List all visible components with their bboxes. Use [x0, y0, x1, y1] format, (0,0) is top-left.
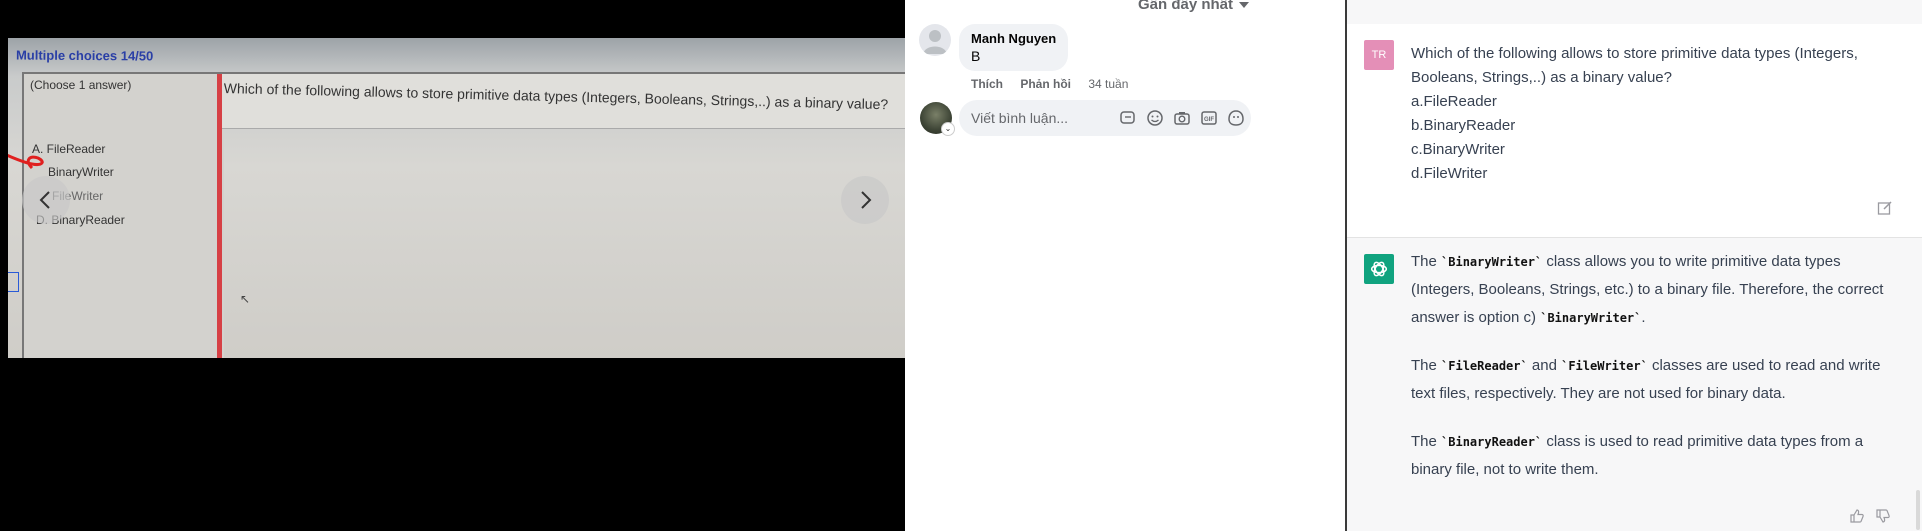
code-span: `BinaryReader` [1441, 435, 1543, 449]
text-span: . [1641, 309, 1646, 326]
chat-top-divider [1347, 0, 1922, 25]
comment-time[interactable]: 34 tuần [1088, 77, 1128, 91]
code-span: `FileWriter` [1561, 359, 1648, 373]
reply-link[interactable]: Phản hồi [1020, 77, 1071, 91]
user-option: b.BinaryReader [1411, 117, 1516, 134]
avatar-sticker-icon[interactable] [1227, 109, 1245, 127]
comment-input[interactable]: Viết bình luận... GIF [959, 100, 1251, 136]
sticker-icon[interactable] [1119, 109, 1137, 127]
code-span: `BinaryWriter` [1441, 255, 1543, 269]
red-divider [217, 74, 222, 358]
emoji-icon[interactable] [1146, 109, 1164, 127]
user-option: c.BinaryWriter [1411, 141, 1505, 158]
quiz-title: Multiple choices 14/50 [15, 47, 154, 64]
comment-actions: Thích Phản hồi 34 tuần [971, 77, 1142, 91]
assistant-paragraph: The `BinaryReader` class is used to read… [1411, 428, 1901, 484]
like-link[interactable]: Thích [971, 77, 1003, 91]
user-message: TR Which of the following allows to stor… [1347, 24, 1922, 238]
photo-viewer: Multiple choices 14/50 Which of the foll… [0, 0, 905, 531]
user-question: Which of the following allows to store p… [1411, 45, 1858, 86]
chevron-left-icon [39, 191, 50, 209]
comment-bubble: Manh Nguyen B [959, 24, 1069, 71]
comment-text: B [971, 48, 981, 64]
chat-panel: TR Which of the following allows to stor… [1345, 0, 1922, 531]
user-option: a.FileReader [1411, 93, 1497, 110]
comments-panel: Gần đây nhất Manh Nguyen B Thích Phản hồ… [905, 0, 1266, 531]
assistant-message-text: The `BinaryWriter` class allows you to w… [1411, 248, 1901, 504]
chevron-right-icon [861, 191, 872, 209]
text-span: The [1411, 433, 1442, 450]
red-pen-mark [8, 154, 44, 170]
assistant-paragraph: The `FileReader` and `FileWriter` classe… [1411, 352, 1901, 408]
code-span: `FileReader` [1441, 359, 1528, 373]
choose-label: (Choose 1 answer) [30, 78, 132, 92]
assistant-message: The `BinaryWriter` class allows you to w… [1347, 238, 1922, 531]
user-option: d.FileWriter [1411, 165, 1488, 182]
text-span: The [1411, 357, 1442, 374]
avatar[interactable] [919, 24, 951, 56]
user-avatar: TR [1364, 40, 1394, 70]
svg-text:GIF: GIF [1204, 117, 1214, 123]
caret-down-icon [1239, 2, 1250, 9]
comment-sort-dropdown[interactable]: Gần đây nhất [1138, 0, 1250, 13]
mouse-cursor-icon: ↖ [240, 292, 251, 306]
edit-icon[interactable] [1877, 200, 1893, 216]
text-span: The [1411, 253, 1442, 270]
default-avatar-icon [923, 30, 947, 54]
scrollbar[interactable] [1916, 490, 1920, 530]
blank-area [1265, 0, 1345, 531]
code-span: `BinaryWriter` [1540, 311, 1642, 325]
blue-marker [8, 272, 19, 292]
quiz-photo: Multiple choices 14/50 Which of the foll… [8, 38, 905, 358]
thumbs-up-icon[interactable] [1849, 508, 1865, 524]
quiz-option: BinaryWriter [48, 165, 114, 179]
comment-placeholder: Viết bình luận... [971, 110, 1069, 126]
comment-author[interactable]: Manh Nguyen [971, 31, 1056, 46]
openai-logo-icon [1370, 261, 1388, 277]
text-span: and [1527, 357, 1562, 374]
chevron-down-icon[interactable]: ⌄ [941, 122, 955, 136]
sort-label: Gần đây nhất [1138, 0, 1234, 13]
gif-icon[interactable]: GIF [1200, 109, 1218, 127]
prev-photo-button[interactable] [22, 176, 70, 224]
assistant-paragraph: The `BinaryWriter` class allows you to w… [1411, 248, 1901, 332]
user-message-text: Which of the following allows to store p… [1411, 42, 1901, 186]
camera-icon[interactable] [1173, 109, 1191, 127]
assistant-avatar [1364, 254, 1394, 284]
next-photo-button[interactable] [841, 176, 889, 224]
thumbs-down-icon[interactable] [1875, 508, 1891, 524]
